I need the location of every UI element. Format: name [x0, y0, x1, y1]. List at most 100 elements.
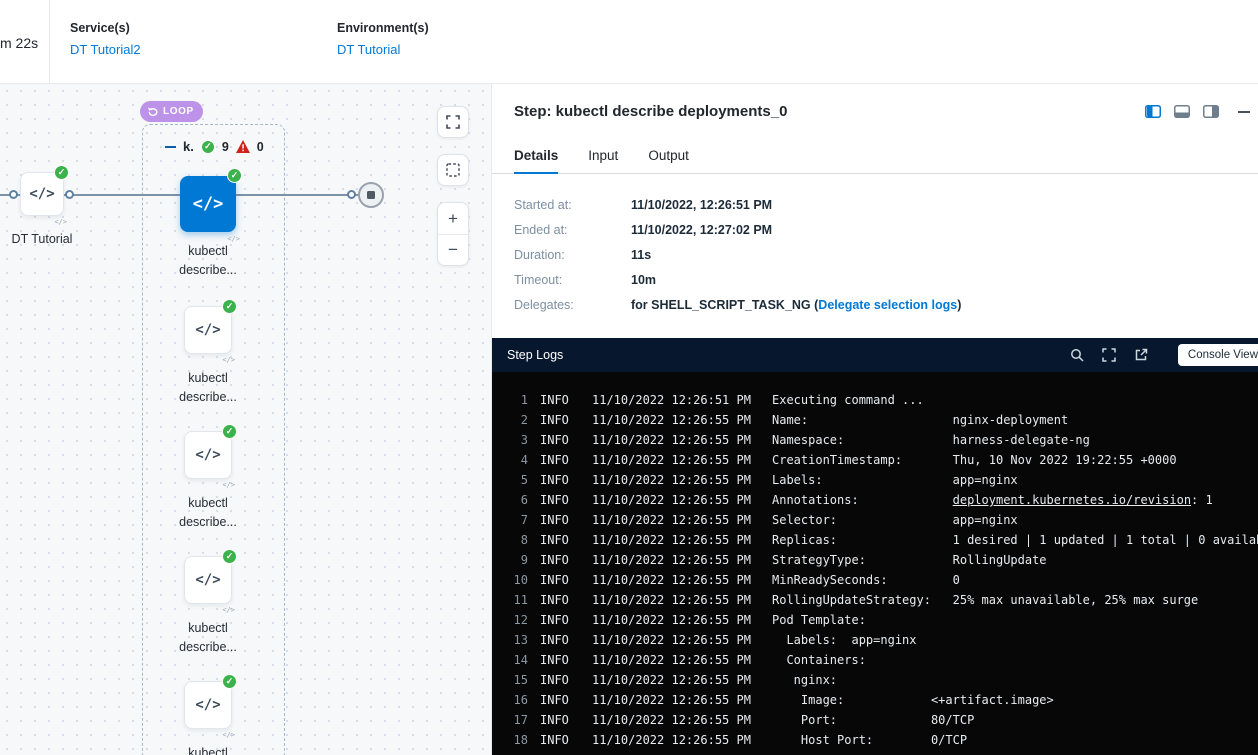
log-message: Pod Template:	[772, 613, 866, 627]
log-message: Port: 80/TCP	[772, 713, 974, 727]
pipeline-node-dt-tutorial[interactable]: </> ✓ </>	[20, 172, 64, 216]
zoom-in-button[interactable]: +	[438, 203, 468, 234]
log-level: INFO	[540, 530, 592, 550]
console-view-button[interactable]: Console View	[1178, 344, 1258, 366]
environments-block: Environment(s) DT Tutorial	[337, 21, 429, 57]
zoom-controls: + −	[437, 202, 469, 266]
log-line-number: 10	[502, 570, 528, 590]
stop-icon	[367, 191, 375, 199]
step-node[interactable]: </> ✓ </>	[184, 556, 232, 604]
detail-value: 11/10/2022, 12:27:02 PM	[631, 223, 772, 237]
log-line: 2INFO11/10/2022 12:26:55 PMName: nginx-d…	[502, 410, 1258, 430]
log-timestamp: 11/10/2022 12:26:55 PM	[592, 450, 772, 470]
tab-details[interactable]: Details	[514, 148, 558, 173]
loop-group-header: k. ✓ 9 0	[165, 139, 264, 154]
log-line-number: 2	[502, 410, 528, 430]
step-node[interactable]: </> ✓ </>	[184, 681, 232, 729]
log-level: INFO	[540, 550, 592, 570]
log-line-number: 4	[502, 450, 528, 470]
log-line: 14INFO11/10/2022 12:26:55 PM Containers:	[502, 650, 1258, 670]
layout-bottom-icon[interactable]	[1174, 105, 1190, 118]
log-level: INFO	[540, 570, 592, 590]
tab-input[interactable]: Input	[588, 148, 618, 173]
log-line-number: 12	[502, 610, 528, 630]
log-link[interactable]: deployment.kubernetes.io/revision	[953, 493, 1191, 507]
log-level: INFO	[540, 710, 592, 730]
details-section: Step: kubectl describe deployments_0 Det…	[492, 84, 1258, 338]
collapse-icon[interactable]	[165, 146, 176, 148]
code-subicon: </>	[222, 731, 235, 739]
log-message: Annotations: deployment.kubernetes.io/re…	[772, 493, 1213, 507]
step-node-label: kubectldescribe...	[153, 619, 263, 657]
log-timestamp: 11/10/2022 12:26:55 PM	[592, 530, 772, 550]
detail-label: Started at:	[514, 198, 631, 212]
main-content: LOOP k. ✓ 9 0 </> ✓ </> DT Tutorial </> …	[0, 84, 1258, 755]
minimize-icon[interactable]	[1238, 111, 1250, 113]
log-message: Selector: app=nginx	[772, 513, 1018, 527]
log-line: 10INFO11/10/2022 12:26:55 PMMinReadySeco…	[502, 570, 1258, 590]
search-icon[interactable]	[1070, 348, 1084, 362]
log-message: Host Port: 0/TCP	[772, 733, 967, 747]
log-line-number: 16	[502, 690, 528, 710]
loop-badge[interactable]: LOOP	[140, 101, 203, 122]
tab-output[interactable]: Output	[648, 148, 689, 173]
fullscreen-icon[interactable]	[1102, 348, 1116, 362]
log-level: INFO	[540, 690, 592, 710]
log-timestamp: 11/10/2022 12:26:55 PM	[592, 590, 772, 610]
log-timestamp: 11/10/2022 12:26:55 PM	[592, 690, 772, 710]
selection-button[interactable]	[437, 154, 469, 186]
log-line: 12INFO11/10/2022 12:26:55 PMPod Template…	[502, 610, 1258, 630]
detail-row: Duration: 11s	[514, 248, 1236, 262]
log-timestamp: 11/10/2022 12:26:55 PM	[592, 490, 772, 510]
services-value-link[interactable]: DT Tutorial2	[70, 42, 141, 57]
marquee-select-icon	[446, 163, 460, 177]
delegate-selection-logs-link[interactable]: Delegate selection logs	[818, 298, 957, 312]
step-title: Step: kubectl describe deployments_0	[514, 103, 1236, 120]
open-in-new-icon[interactable]	[1134, 348, 1148, 362]
code-icon: </>	[195, 572, 220, 588]
log-line: 7INFO11/10/2022 12:26:55 PMSelector: app…	[502, 510, 1258, 530]
log-line-number: 1	[502, 390, 528, 410]
log-message: Name: nginx-deployment	[772, 413, 1068, 427]
detail-value: 11s	[631, 248, 651, 262]
log-timestamp: 11/10/2022 12:26:55 PM	[592, 710, 772, 730]
log-level: INFO	[540, 470, 592, 490]
header-divider	[49, 0, 50, 84]
success-check-icon: ✓	[222, 424, 237, 439]
log-line: 15INFO11/10/2022 12:26:55 PM nginx:	[502, 670, 1258, 690]
zoom-out-button[interactable]: −	[438, 234, 468, 265]
stop-node[interactable]	[358, 182, 384, 208]
log-line-number: 5	[502, 470, 528, 490]
environments-value-link[interactable]: DT Tutorial	[337, 42, 429, 57]
code-icon: </>	[195, 697, 220, 713]
edge-port	[9, 190, 18, 199]
step-node[interactable]: </> ✓ </>	[184, 431, 232, 479]
log-line: 1INFO11/10/2022 12:26:51 PMExecuting com…	[502, 390, 1258, 410]
log-message: Executing command ...	[772, 393, 924, 407]
log-line: 18INFO11/10/2022 12:26:55 PM Host Port: …	[502, 730, 1258, 750]
log-message: RollingUpdateStrategy: 25% max unavailab…	[772, 593, 1198, 607]
log-line: 4INFO11/10/2022 12:26:55 PMCreationTimes…	[502, 450, 1258, 470]
success-check-icon: ✓	[201, 140, 215, 154]
log-message: Labels: app=nginx	[772, 633, 917, 647]
loop-badge-label: LOOP	[163, 106, 194, 117]
log-timestamp: 11/10/2022 12:26:55 PM	[592, 470, 772, 490]
log-line: 3INFO11/10/2022 12:26:55 PMNamespace: ha…	[502, 430, 1258, 450]
log-line-number: 15	[502, 670, 528, 690]
step-node-selected[interactable]: </> ✓ </>	[180, 176, 236, 232]
detail-value: 11/10/2022, 12:26:51 PM	[631, 198, 772, 212]
success-check-icon: ✓	[222, 674, 237, 689]
log-line-number: 8	[502, 530, 528, 550]
log-timestamp: 11/10/2022 12:26:55 PM	[592, 730, 772, 750]
success-count: 9	[222, 140, 229, 154]
log-level: INFO	[540, 590, 592, 610]
details-tabs: Details Input Output	[492, 148, 1258, 174]
step-node[interactable]: </> ✓ </>	[184, 306, 232, 354]
layout-right-icon[interactable]	[1203, 105, 1219, 118]
layout-split-left-icon[interactable]	[1145, 105, 1161, 118]
fit-to-screen-button[interactable]	[437, 106, 469, 138]
panel-layout-controls	[1145, 105, 1250, 118]
log-line: 5INFO11/10/2022 12:26:55 PMLabels: app=n…	[502, 470, 1258, 490]
success-check-icon: ✓	[222, 549, 237, 564]
code-icon: </>	[195, 447, 220, 463]
